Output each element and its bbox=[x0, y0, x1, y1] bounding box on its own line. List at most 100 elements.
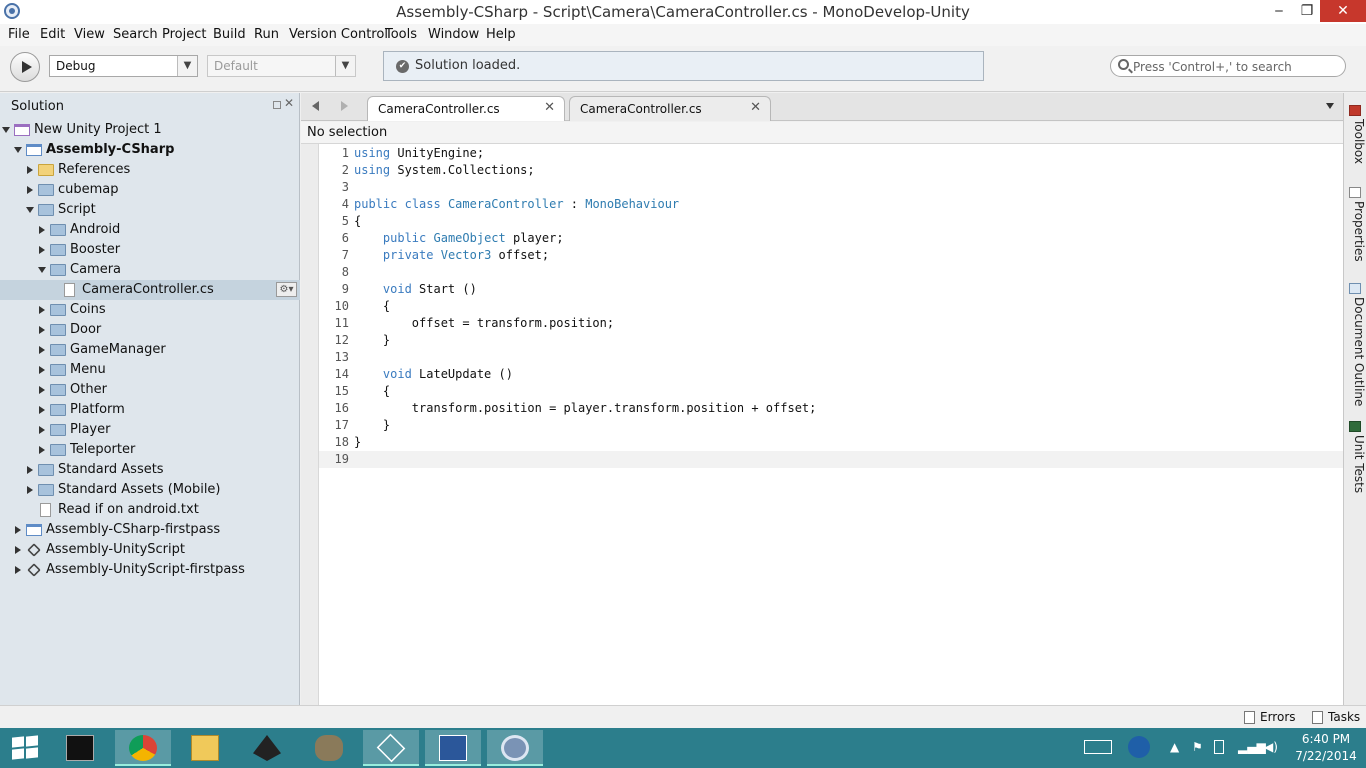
menu-project[interactable]: Project bbox=[162, 27, 206, 42]
tree-item-cameracontroller[interactable]: CameraController.cs ⚙▾ bbox=[0, 280, 300, 300]
code-text[interactable]: private Vector3 offset; bbox=[354, 248, 549, 262]
code-line[interactable]: 11 offset = transform.position; bbox=[319, 315, 1343, 332]
tree-item-script[interactable]: Script bbox=[0, 200, 300, 220]
tree-item-readme[interactable]: Read if on android.txt bbox=[0, 500, 300, 520]
taskbar-gimp[interactable] bbox=[301, 730, 357, 766]
volume-icon[interactable]: ◀) bbox=[1264, 740, 1278, 754]
menu-run[interactable]: Run bbox=[254, 27, 279, 42]
code-text[interactable]: offset = transform.position; bbox=[354, 316, 614, 330]
code-text[interactable]: using System.Collections; bbox=[354, 163, 535, 177]
configuration-select[interactable]: Debug ▼ bbox=[49, 55, 198, 77]
taskbar-chrome[interactable] bbox=[115, 730, 171, 766]
expander-icon[interactable] bbox=[39, 346, 45, 354]
code-text[interactable]: } bbox=[354, 418, 390, 432]
code-line[interactable]: 7 private Vector3 offset; bbox=[319, 247, 1343, 264]
tree-item-gamemanager[interactable]: GameManager bbox=[0, 340, 300, 360]
intel-icon[interactable] bbox=[1128, 736, 1150, 758]
menu-help[interactable]: Help bbox=[486, 27, 516, 42]
tree-item-camera[interactable]: Camera bbox=[0, 260, 300, 280]
expander-icon[interactable] bbox=[14, 147, 22, 153]
close-icon[interactable]: ✕ bbox=[750, 100, 761, 115]
tree-item-assembly-csharp[interactable]: Assembly-CSharp bbox=[0, 140, 300, 160]
close-icon[interactable]: ✕ bbox=[544, 100, 555, 115]
gear-icon[interactable]: ⚙▾ bbox=[276, 282, 297, 297]
search-box[interactable] bbox=[1110, 55, 1346, 77]
code-line[interactable]: 14 void LateUpdate () bbox=[319, 366, 1343, 383]
pad-properties[interactable]: Properties bbox=[1346, 201, 1366, 262]
pad-unit-tests[interactable]: Unit Tests bbox=[1346, 435, 1366, 493]
tree-item-other[interactable]: Other bbox=[0, 380, 300, 400]
pad-document-outline[interactable]: Document Outline bbox=[1346, 297, 1366, 406]
code-line[interactable]: 4 public class CameraController : MonoBeh… bbox=[319, 196, 1343, 213]
chevron-up-icon[interactable]: ▲ bbox=[1170, 740, 1179, 754]
code-line[interactable]: 13 bbox=[319, 349, 1343, 366]
code-line[interactable]: 15 { bbox=[319, 383, 1343, 400]
code-line[interactable]: 5{ bbox=[319, 213, 1343, 230]
tree-item-android[interactable]: Android bbox=[0, 220, 300, 240]
menu-view[interactable]: View bbox=[74, 27, 105, 42]
expander-icon[interactable] bbox=[39, 326, 45, 334]
code-text[interactable]: public class CameraController : MonoBeha… bbox=[354, 197, 679, 211]
windows-start-icon[interactable] bbox=[12, 735, 38, 760]
code-line[interactable]: 18} bbox=[319, 434, 1343, 451]
tree-item-standard-assets-mobile[interactable]: Standard Assets (Mobile) bbox=[0, 480, 300, 500]
menu-tools[interactable]: Tools bbox=[385, 27, 417, 42]
tree-item-teleporter[interactable]: Teleporter bbox=[0, 440, 300, 460]
tab-cameracontroller-active[interactable]: CameraController.cs ✕ bbox=[367, 96, 565, 121]
expander-icon[interactable] bbox=[15, 546, 21, 554]
code-text[interactable]: using UnityEngine; bbox=[354, 146, 484, 160]
code-line[interactable]: 16 transform.position = player.transform… bbox=[319, 400, 1343, 417]
menu-version-control[interactable]: Version Control bbox=[289, 27, 388, 42]
close-button[interactable]: ✕ bbox=[1320, 0, 1366, 22]
tree-item-solution[interactable]: New Unity Project 1 bbox=[0, 120, 300, 140]
taskbar-file-explorer[interactable] bbox=[177, 730, 233, 766]
expander-icon[interactable] bbox=[27, 186, 33, 194]
expander-icon[interactable] bbox=[27, 466, 33, 474]
expander-icon[interactable] bbox=[15, 566, 21, 574]
pad-toolbox[interactable]: Toolbox bbox=[1346, 119, 1366, 164]
code-editor[interactable]: 1 using UnityEngine; 2 using System.Collect… bbox=[301, 144, 1343, 705]
expander-icon[interactable] bbox=[39, 226, 45, 234]
menu-search[interactable]: Search bbox=[113, 27, 158, 42]
menu-window[interactable]: Window bbox=[428, 27, 479, 42]
code-line[interactable]: 8 bbox=[319, 264, 1343, 281]
code-line[interactable]: 6 public GameObject player; bbox=[319, 230, 1343, 247]
expander-icon[interactable] bbox=[39, 366, 45, 374]
signal-icon[interactable]: ▂▄▆ bbox=[1238, 740, 1266, 754]
tree-item-coins[interactable]: Coins bbox=[0, 300, 300, 320]
expander-icon[interactable] bbox=[27, 166, 33, 174]
clock-date[interactable]: 7/22/2014 bbox=[1286, 749, 1366, 763]
code-text[interactable]: { bbox=[354, 384, 390, 398]
code-text[interactable]: } bbox=[354, 435, 361, 449]
taskbar-unity[interactable] bbox=[363, 730, 419, 766]
code-text[interactable]: void LateUpdate () bbox=[354, 367, 513, 381]
search-input[interactable] bbox=[1133, 58, 1338, 75]
code-text[interactable]: void Start () bbox=[354, 282, 477, 296]
forward-arrow-icon[interactable] bbox=[341, 101, 348, 111]
maximize-button[interactable]: ❐ bbox=[1294, 0, 1320, 22]
taskbar-cmd[interactable] bbox=[52, 730, 108, 766]
flag-icon[interactable]: ⚑ bbox=[1192, 740, 1203, 754]
breadcrumb[interactable]: No selection bbox=[307, 125, 387, 140]
code-line[interactable]: 9 void Start () bbox=[319, 281, 1343, 298]
chevron-down-icon[interactable] bbox=[1326, 103, 1334, 109]
expander-icon[interactable] bbox=[27, 486, 33, 494]
taskbar-inkscape[interactable] bbox=[239, 730, 295, 766]
tree-item-cubemap[interactable]: cubemap bbox=[0, 180, 300, 200]
expander-icon[interactable] bbox=[39, 386, 45, 394]
code-text[interactable]: { bbox=[354, 299, 390, 313]
battery-icon[interactable] bbox=[1214, 740, 1224, 754]
run-button[interactable] bbox=[10, 52, 40, 82]
code-line[interactable]: 17 } bbox=[319, 417, 1343, 434]
close-icon[interactable]: ✕ bbox=[284, 96, 294, 110]
code-line[interactable]: 1 using UnityEngine; bbox=[319, 145, 1343, 162]
expander-icon[interactable] bbox=[15, 526, 21, 534]
code-text[interactable]: transform.position = player.transform.po… bbox=[354, 401, 817, 415]
code-line[interactable]: 19 bbox=[319, 451, 1343, 468]
tab-cameracontroller[interactable]: CameraController.cs ✕ bbox=[569, 96, 771, 121]
tasks-button[interactable]: Tasks bbox=[1328, 710, 1360, 724]
menu-file[interactable]: File bbox=[8, 27, 30, 42]
tree-item-references[interactable]: References bbox=[0, 160, 300, 180]
tree-item-platform[interactable]: Platform bbox=[0, 400, 300, 420]
expander-icon[interactable] bbox=[2, 127, 10, 133]
